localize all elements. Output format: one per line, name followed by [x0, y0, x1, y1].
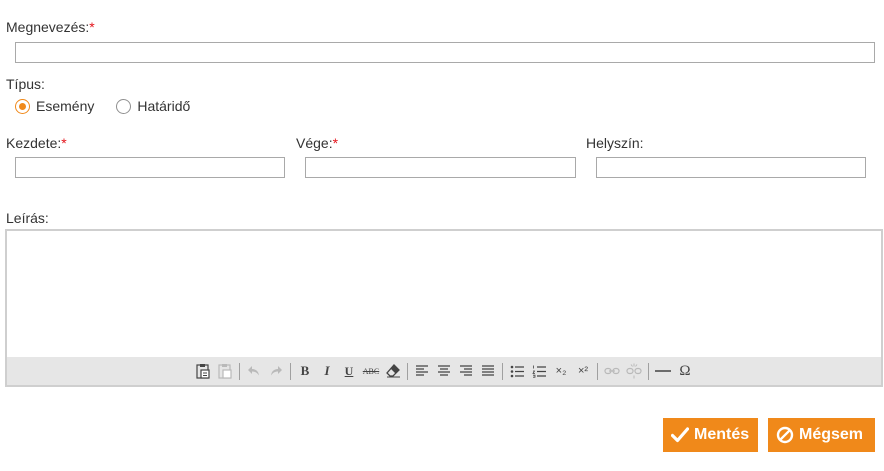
bulleted-list-icon[interactable]: [506, 360, 528, 382]
save-button-label: Mentés: [694, 426, 750, 443]
description-editor: B I U ABC ×₂ ×² Ω: [5, 229, 883, 387]
description-label: Leírás:: [6, 210, 49, 226]
align-right-icon[interactable]: [455, 360, 477, 382]
cancel-icon: [776, 426, 794, 444]
save-button[interactable]: Mentés: [663, 418, 758, 452]
strikethrough-icon[interactable]: ABC: [360, 360, 382, 382]
name-label-text: Megnevezés:: [6, 19, 90, 35]
horizontal-line-icon[interactable]: [652, 360, 674, 382]
description-editor-area[interactable]: [7, 231, 881, 357]
toolbar-separator: [597, 362, 598, 380]
toolbar-separator: [290, 362, 291, 380]
type-option-event[interactable]: Esemény: [15, 98, 94, 114]
start-label-text: Kezdete:: [6, 135, 62, 151]
redo-icon[interactable]: [265, 360, 287, 382]
required-mark: *: [61, 135, 67, 151]
special-char-icon[interactable]: Ω: [674, 360, 696, 382]
cancel-button-label: Mégsem: [799, 426, 864, 443]
paste-icon[interactable]: [192, 360, 214, 382]
required-mark: *: [89, 19, 95, 35]
numbered-list-icon[interactable]: [528, 360, 550, 382]
end-input[interactable]: [305, 157, 576, 178]
toolbar-separator: [502, 362, 503, 380]
type-radio-group: Esemény Határidő: [15, 98, 212, 114]
paste-text-icon[interactable]: [214, 360, 236, 382]
location-label: Helyszín:: [586, 135, 644, 151]
align-left-icon[interactable]: [411, 360, 433, 382]
bold-icon[interactable]: B: [294, 360, 316, 382]
undo-icon[interactable]: [243, 360, 265, 382]
location-input[interactable]: [596, 157, 866, 178]
type-option-event-label: Esemény: [36, 98, 95, 114]
name-label: Megnevezés:*: [6, 19, 95, 35]
toolbar-separator: [648, 362, 649, 380]
type-label: Típus:: [6, 76, 45, 92]
align-center-icon[interactable]: [433, 360, 455, 382]
underline-icon[interactable]: U: [338, 360, 360, 382]
start-input[interactable]: [15, 157, 285, 178]
remove-format-icon[interactable]: [382, 360, 404, 382]
link-icon[interactable]: [601, 360, 623, 382]
type-option-deadline[interactable]: Határidő: [116, 98, 190, 114]
required-mark: *: [332, 135, 339, 151]
type-option-deadline-label: Határidő: [137, 98, 191, 114]
checkmark-icon: [671, 427, 689, 443]
subscript-icon[interactable]: ×₂: [550, 360, 572, 382]
editor-toolbar: B I U ABC ×₂ ×² Ω: [7, 357, 881, 385]
name-input[interactable]: [15, 42, 875, 63]
start-label: Kezdete:*: [6, 135, 67, 151]
end-label-text: Vége:: [296, 135, 333, 151]
italic-icon[interactable]: I: [316, 360, 338, 382]
superscript-icon[interactable]: ×²: [572, 360, 594, 382]
unlink-icon[interactable]: [623, 360, 645, 382]
align-justify-icon[interactable]: [477, 360, 499, 382]
radio-checked-icon[interactable]: [15, 98, 30, 114]
toolbar-separator: [239, 362, 240, 380]
radio-unchecked-icon[interactable]: [116, 98, 132, 114]
toolbar-separator: [407, 362, 408, 380]
end-label: Vége:*: [296, 135, 338, 151]
cancel-button[interactable]: Mégsem: [768, 418, 875, 452]
